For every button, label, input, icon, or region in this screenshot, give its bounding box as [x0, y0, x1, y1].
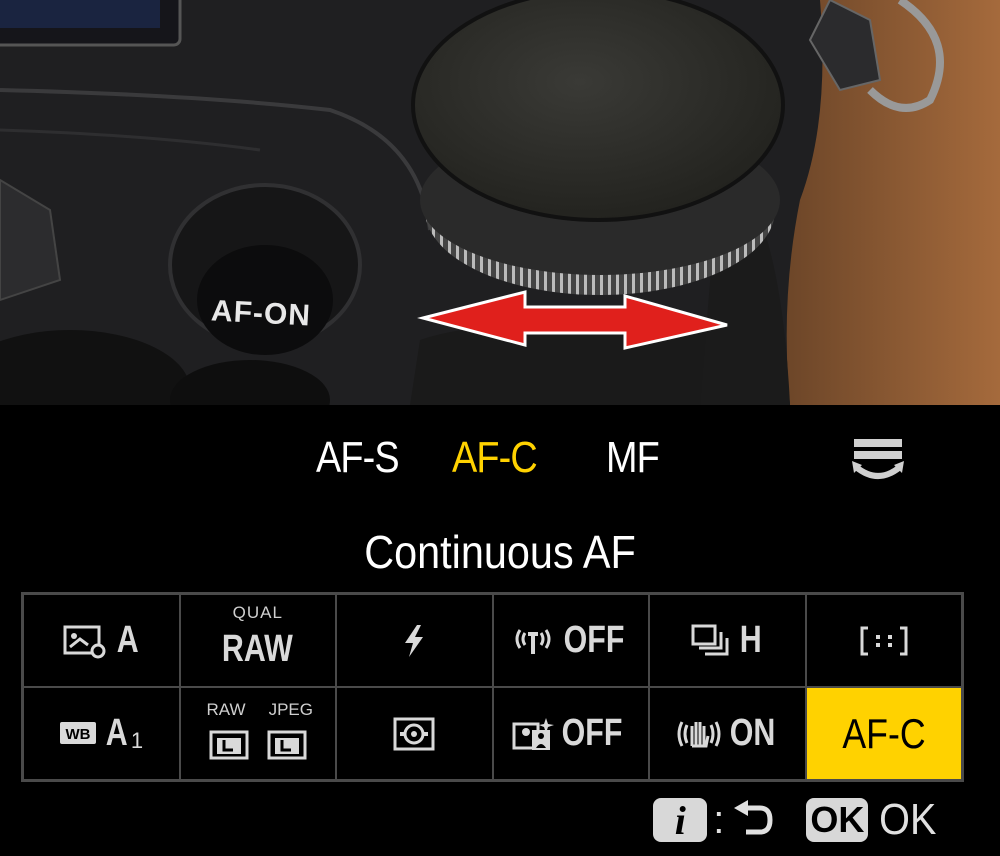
ok-label[interactable]: OK	[880, 795, 937, 845]
mode-af-s[interactable]: AF-S	[316, 433, 400, 483]
metering-icon	[393, 717, 435, 750]
silent-photo-value: OFF	[561, 712, 623, 754]
white-balance-sub: 1	[130, 727, 144, 753]
camera-body-illustration	[0, 0, 1000, 405]
image-quality-cell[interactable]: QUAL RAW	[179, 594, 336, 687]
shooting-settings-grid: A QUAL RAW OFF H WB A 1 RAW JPEG OFF ON …	[21, 592, 964, 782]
release-mode-icon	[691, 624, 729, 655]
quality-label: QUAL	[232, 603, 283, 622]
image-size-cell[interactable]: RAW JPEG	[179, 687, 336, 780]
mode-mf[interactable]: MF	[606, 433, 660, 483]
wb-icon: WB	[60, 721, 97, 744]
quality-value: RAW	[222, 628, 294, 670]
focus-mode-menu: AF-S AF-C MF Continuous AF A QUAL RAW OF…	[0, 405, 1000, 856]
picture-control-cell[interactable]: A	[23, 594, 180, 687]
command-dial-icon	[852, 439, 904, 479]
flash-mode-cell[interactable]	[336, 594, 493, 687]
focus-mode-cell[interactable]: AF-C	[805, 687, 962, 780]
svg-text:WB: WB	[66, 726, 91, 743]
af-area-icon	[860, 626, 908, 655]
wireless-cell[interactable]: OFF	[492, 594, 649, 687]
af-on-button-label: AF-ON	[210, 294, 312, 333]
mode-title: Continuous AF	[364, 526, 636, 578]
vr-value: ON	[729, 712, 776, 754]
picture-control-icon	[63, 625, 106, 658]
white-balance-cell[interactable]: WB A 1	[23, 687, 180, 780]
raw-label: RAW	[206, 700, 246, 719]
silent-photo-cell[interactable]: OFF	[492, 687, 649, 780]
vibration-reduction-cell[interactable]: ON	[649, 687, 806, 780]
wireless-icon	[515, 628, 551, 654]
wireless-value: OFF	[563, 619, 625, 661]
release-mode-value: H	[739, 619, 762, 661]
focus-mode-value: AF-C	[842, 709, 926, 757]
picture-control-value: A	[116, 619, 139, 661]
vr-icon	[677, 720, 721, 747]
ok-button-key: OK	[806, 798, 869, 842]
back-arrow-icon[interactable]	[732, 800, 774, 840]
metering-cell[interactable]	[336, 687, 493, 780]
footer-hints: i : OK OK	[653, 795, 940, 845]
camera-photo: AF-ON	[0, 0, 1000, 405]
image-size-icon	[209, 730, 307, 759]
jpeg-label: JPEG	[268, 700, 313, 719]
af-area-cell[interactable]	[805, 594, 962, 687]
i-button-key: i	[653, 798, 708, 843]
white-balance-value: A	[106, 712, 129, 754]
release-mode-cell[interactable]: H	[649, 594, 806, 687]
flash-icon	[405, 624, 424, 657]
mode-af-c[interactable]: AF-C	[452, 433, 538, 483]
footer-colon: :	[713, 797, 725, 842]
silent-photo-icon	[512, 717, 554, 750]
